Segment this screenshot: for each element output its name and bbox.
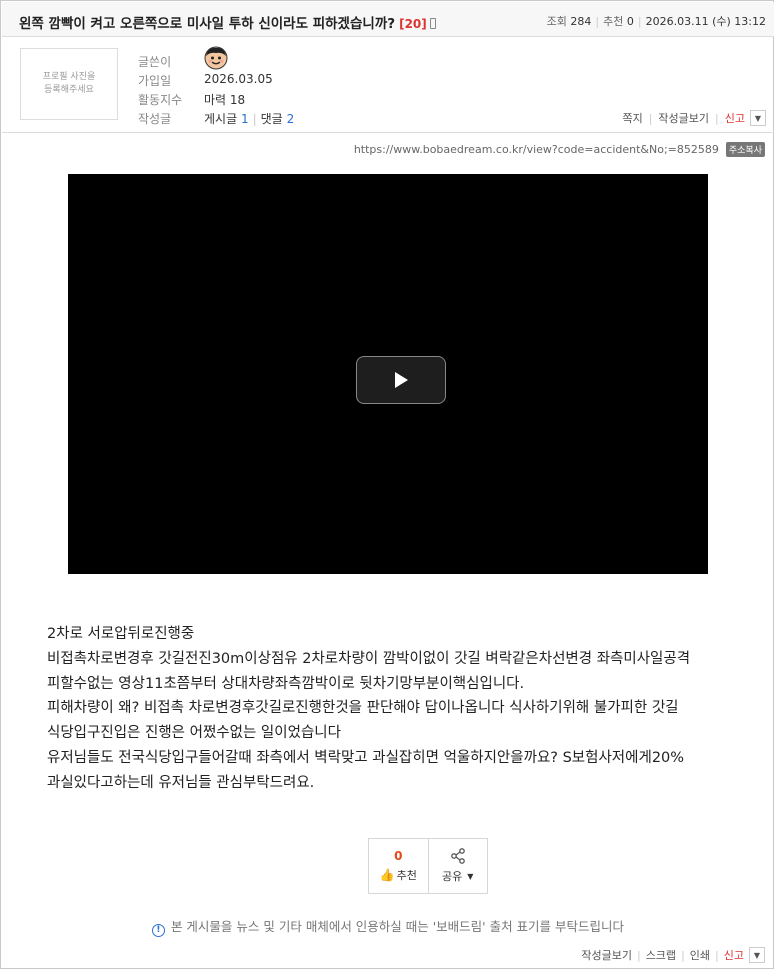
body-line: 과실있다고하는데 유저님들 관심부탁드려요. <box>47 774 315 791</box>
caret-down-icon: ▼ <box>467 871 474 881</box>
message-link[interactable]: 쪽지 <box>622 110 642 126</box>
thumbs-up-icon: 👍 <box>379 868 395 882</box>
post-meta: 조회 284 | 추천 0 | 2026.03.11 (수) 13:12 <box>546 15 766 28</box>
recommend-count: 0 <box>626 15 634 28</box>
views-count: 284 <box>570 15 592 28</box>
body-line: 2차로 서로압뒤로진행중 <box>47 626 195 642</box>
recommend-count-display: 0 <box>394 849 403 863</box>
post-body: 2차로 서로압뒤로진행중 비접촉차로변경후 갓길전진30m이상점유 2차로차량이… <box>47 622 747 796</box>
body-line: 피해차량이 왜? 비접촉 차로변경후갓길로진행한것을 판단해야 답이나옵니다 식… <box>47 700 679 717</box>
video-player[interactable] <box>68 174 708 574</box>
posts-summary: 게시글 1 | 댓글 2 <box>204 112 295 126</box>
activity-value: 마력 18 <box>204 93 246 107</box>
recommend-button[interactable]: 0 👍 추천 <box>369 839 428 893</box>
writer-label: 글쓴이 <box>138 55 172 69</box>
post-title-text: 왼쪽 깜빡이 켜고 오른쪽으로 미사일 투하 신이라도 피하겠습니까? <box>19 16 396 32</box>
title-bar: 왼쪽 깜빡이 켜고 오른쪽으로 미사일 투하 신이라도 피하겠습니까? [20] … <box>2 2 774 37</box>
post-url: https://www.bobaedream.co.kr/view?code=a… <box>353 143 719 156</box>
info-icon: ! <box>151 923 165 937</box>
share-icon <box>450 848 465 864</box>
mobile-icon <box>429 18 436 29</box>
view-posts-link[interactable]: 작성글보기 <box>658 110 709 126</box>
comments-count-link[interactable]: 2 <box>287 112 295 126</box>
body-line: 비접촉차로변경후 갓길전진30m이상점유 2차로차량이 깜박이없이 갓길 벼락같… <box>47 650 691 667</box>
body-line: 피할수없는 영상11초쯤부터 상대차량좌측깜박이로 뒷차기망부분이핵심입니다. <box>47 675 525 692</box>
copy-url-button[interactable]: 주소복사 <box>725 142 765 157</box>
post-view: 왼쪽 깜빡이 켜고 오른쪽으로 미사일 투하 신이라도 피하겠습니까? [20] … <box>0 0 774 969</box>
recommend-label: 추천 <box>603 15 624 28</box>
body-line: 식당입구진입은 진행은 어쩠수없는 일이었습니다 <box>47 725 341 742</box>
post-title: 왼쪽 깜빡이 켜고 오른쪽으로 미사일 투하 신이라도 피하겠습니까? [20] <box>19 12 436 32</box>
views-label: 조회 <box>546 15 567 28</box>
activity-label: 활동지수 <box>138 93 183 107</box>
report-link[interactable]: 신고 <box>725 110 745 126</box>
author-box: 프로필 사진을 등록해주세요 글쓴이 가입일 2026.03.05 활동지수 마력… <box>2 37 774 133</box>
posts-count-link[interactable]: 1 <box>241 112 249 126</box>
play-icon <box>395 372 408 388</box>
body-line: 유저님들도 전국식당입구들어갈때 좌측에서 벽락맞고 과실잡히면 억울하지안을까… <box>47 749 685 766</box>
profile-placeholder: 프로필 사진을 등록해주세요 <box>20 48 118 120</box>
author-actions: 쪽지 | 작성글보기 | 신고 ▼ <box>622 110 766 126</box>
url-row: https://www.bobaedream.co.kr/view?code=a… <box>354 142 765 157</box>
joined-label: 가입일 <box>138 74 172 88</box>
post-datetime: 2026.03.11 (수) 13:12 <box>645 15 766 28</box>
bottom-report-link[interactable]: 신고 <box>724 947 744 963</box>
joined-date: 2026.03.05 <box>204 72 273 86</box>
print-link[interactable]: 인쇄 <box>690 947 710 963</box>
vote-box: 0 👍 추천 공유 ▼ <box>368 838 488 894</box>
chevron-down-icon[interactable]: ▼ <box>749 947 765 963</box>
avatar[interactable] <box>204 46 228 70</box>
bottom-actions: 작성글보기 | 스크랩 | 인쇄 | 신고 ▼ <box>581 947 765 963</box>
play-button[interactable] <box>356 356 446 404</box>
share-button[interactable]: 공유 ▼ <box>427 839 488 893</box>
posts-label: 작성글 <box>138 112 172 126</box>
bottom-view-posts-link[interactable]: 작성글보기 <box>581 947 632 963</box>
chevron-down-icon[interactable]: ▼ <box>750 110 766 126</box>
citation-notice: ! 본 게시물을 뉴스 및 기타 매체에서 인용하실 때는 '보배드림' 출처 표… <box>1 916 774 937</box>
reply-count[interactable]: [20] <box>399 17 427 31</box>
scrap-link[interactable]: 스크랩 <box>646 947 676 963</box>
